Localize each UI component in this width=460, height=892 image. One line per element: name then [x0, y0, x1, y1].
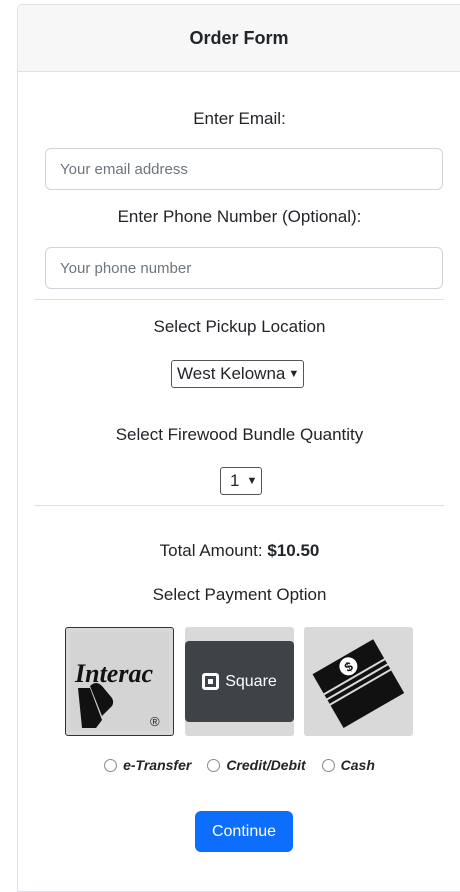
email-field[interactable]	[45, 148, 443, 190]
svg-text:Interac: Interac	[74, 659, 153, 688]
radio-credit-debit[interactable]	[207, 758, 221, 772]
radio-cash[interactable]	[321, 758, 335, 772]
square-logo-icon: Square	[185, 641, 294, 722]
page-title: Order Form	[18, 5, 460, 72]
email-label: Enter Email:	[193, 109, 286, 128]
phone-field[interactable]	[45, 247, 443, 289]
chevron-down-icon: ▼	[288, 368, 300, 380]
payment-tile-cash[interactable]: $	[304, 627, 413, 736]
chevron-down-icon: ▼	[246, 475, 258, 487]
payment-option-etransfer[interactable]: e-Transfer	[104, 757, 191, 773]
pickup-location-select[interactable]: West Kelowna ▼	[171, 360, 305, 388]
payment-label: Select Payment Option	[152, 585, 327, 604]
square-logo-text: Square	[225, 672, 277, 690]
square-mark-icon	[202, 673, 220, 690]
quantity-label: Select Firewood Bundle Quantity	[115, 425, 364, 444]
payment-option-label: e-Transfer	[123, 757, 192, 773]
total-label: Total Amount:	[159, 541, 263, 560]
payment-option-label: Cash	[340, 757, 375, 773]
phone-label: Enter Phone Number (Optional):	[117, 207, 362, 226]
cash-stack-icon: $	[312, 639, 405, 728]
quantity-selected-value: 1	[230, 471, 240, 490]
order-form-card: Order Form Enter Email: Enter Phone Numb…	[17, 4, 460, 892]
interac-logo-icon: Interac ®	[70, 632, 169, 731]
divider	[34, 299, 444, 300]
payment-tile-etransfer[interactable]: Interac ®	[65, 627, 174, 736]
payment-option-credit-debit[interactable]: Credit/Debit	[207, 757, 306, 773]
continue-button[interactable]: Continue	[195, 811, 293, 852]
payment-tile-credit-debit[interactable]: Square	[185, 627, 294, 736]
interac-logo-text: Interac	[74, 659, 153, 688]
payment-option-label: Credit/Debit	[226, 757, 306, 773]
payment-options: e-Transfer Credit/Debit Cash	[18, 757, 460, 773]
page-title-text: Order Form	[189, 27, 289, 48]
payment-option-cash[interactable]: Cash	[321, 757, 375, 773]
quantity-select[interactable]: 1 ▼	[220, 467, 263, 495]
pickup-selected-value: West Kelowna	[177, 364, 286, 383]
pickup-label: Select Pickup Location	[153, 317, 326, 336]
divider	[34, 505, 444, 506]
radio-etransfer[interactable]	[104, 758, 118, 772]
registered-mark: ®	[150, 714, 160, 729]
total-value: $10.50	[267, 541, 320, 560]
total-amount: Total Amount: $10.50	[18, 541, 460, 561]
